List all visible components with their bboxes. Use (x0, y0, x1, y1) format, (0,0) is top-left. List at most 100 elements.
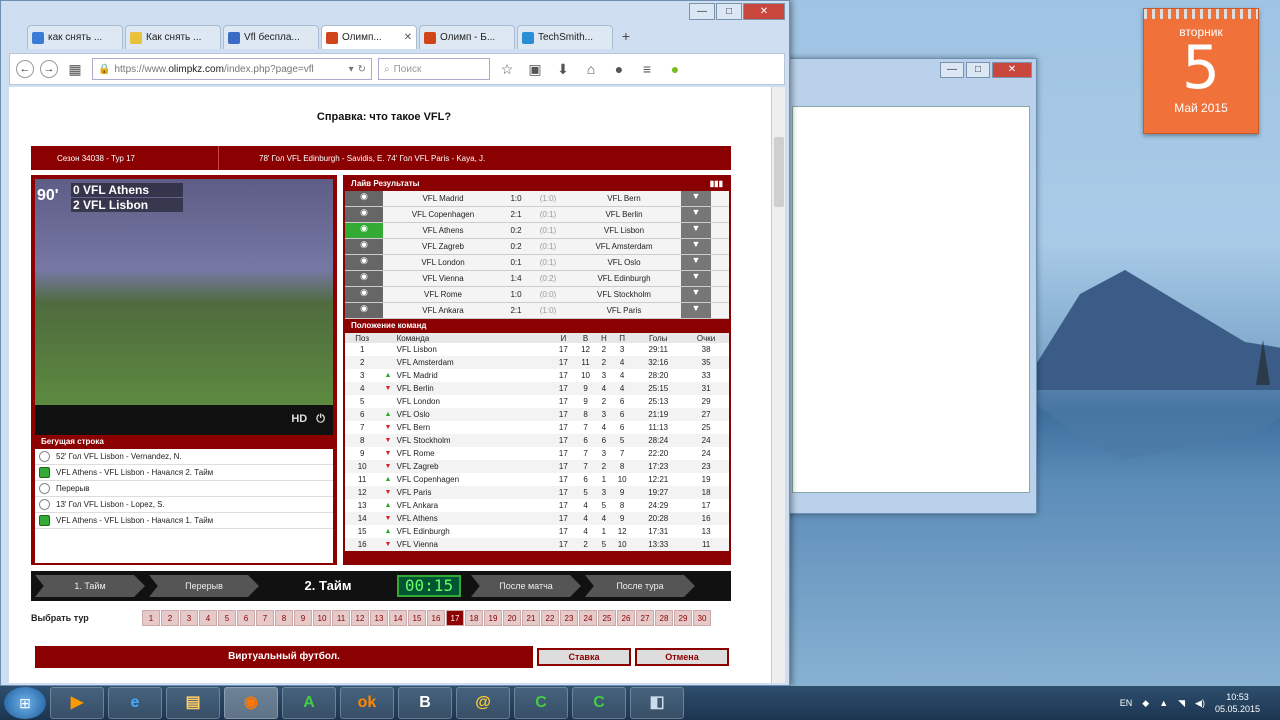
home-icon[interactable]: ⌂ (580, 61, 602, 77)
round-button[interactable]: 29 (674, 610, 692, 626)
match-row[interactable]: ◉ VFL Athens 0:2 (0:1) VFL Lisbon ▼ (345, 223, 729, 239)
round-button[interactable]: 2 (161, 610, 179, 626)
language-indicator[interactable]: EN (1120, 698, 1133, 708)
page-scrollbar[interactable] (771, 87, 785, 683)
stats-funnel-icon[interactable]: ▼ (681, 191, 711, 206)
forward-icon[interactable]: → (40, 60, 58, 78)
tab-3[interactable]: Олимп... ✕ (321, 25, 417, 49)
taskbar-firefox-icon[interactable]: ◉ (224, 687, 278, 719)
network-icon[interactable]: ◥ (1178, 698, 1185, 709)
taskbar-a-app-icon[interactable]: A (282, 687, 336, 719)
round-button[interactable]: 22 (541, 610, 559, 626)
round-button[interactable]: 4 (199, 610, 217, 626)
stats-funnel-icon[interactable]: ▼ (681, 207, 711, 222)
round-button[interactable]: 13 (370, 610, 388, 626)
minimize-icon[interactable]: — (689, 3, 715, 20)
download-icon[interactable]: ⬇ (552, 61, 574, 78)
stats-funnel-icon[interactable]: ▼ (681, 271, 711, 286)
round-button[interactable]: 14 (389, 610, 407, 626)
close-icon[interactable]: ✕ (743, 3, 785, 20)
menu-icon[interactable]: ≡ (636, 61, 658, 77)
tab-2[interactable]: Vfl бесплa... (223, 25, 319, 49)
match-video[interactable]: 90' 0 VFL Athens 2 VFL Lisbon (35, 179, 333, 405)
tray-arrow-icon[interactable]: ▲ (1159, 698, 1168, 708)
minimize-icon[interactable]: — (940, 62, 964, 78)
round-button[interactable]: 8 (275, 610, 293, 626)
start-button[interactable]: ⊞ (4, 687, 46, 719)
taskbar-window-icon[interactable]: ◧ (630, 687, 684, 719)
round-button[interactable]: 9 (294, 610, 312, 626)
maximize-icon[interactable]: □ (716, 3, 742, 20)
match-row[interactable]: ◉ VFL Madrid 1:0 (1:0) VFL Bern ▼ (345, 191, 729, 207)
stats-funnel-icon[interactable]: ▼ (681, 239, 711, 254)
round-button[interactable]: 3 (180, 610, 198, 626)
round-button[interactable]: 18 (465, 610, 483, 626)
dropdown-icon[interactable]: ▾ (349, 64, 354, 75)
chat-icon[interactable]: ● (608, 61, 630, 77)
phase-break[interactable]: Перерыв (149, 575, 259, 597)
round-button[interactable]: 25 (598, 610, 616, 626)
new-tab-button[interactable]: + (615, 25, 637, 49)
taskbar-explorer-icon[interactable]: ▤ (166, 687, 220, 719)
tab-1[interactable]: Как снять ... (125, 25, 221, 49)
taskbar-camtasia-icon[interactable]: C (514, 687, 568, 719)
watch-eye-icon[interactable]: ◉ (345, 223, 383, 238)
bet-button[interactable]: Ставка (537, 648, 631, 666)
volume-icon[interactable]: ◀) (1195, 698, 1205, 709)
tab-0[interactable]: как снять ... (27, 25, 123, 49)
round-button[interactable]: 24 (579, 610, 597, 626)
round-button[interactable]: 1 (142, 610, 160, 626)
round-button[interactable]: 12 (351, 610, 369, 626)
tray-shield-icon[interactable]: ◆ (1142, 698, 1149, 709)
taskbar-mail-icon[interactable]: @ (456, 687, 510, 719)
round-button[interactable]: 7 (256, 610, 274, 626)
watch-eye-icon[interactable]: ◉ (345, 255, 383, 270)
watch-eye-icon[interactable]: ◉ (345, 303, 383, 318)
round-button[interactable]: 27 (636, 610, 654, 626)
round-button[interactable]: 16 (427, 610, 445, 626)
bookmarks-grid-icon[interactable]: ▦ (64, 61, 86, 78)
round-button[interactable]: 11 (332, 610, 350, 626)
back-icon[interactable]: ← (16, 60, 34, 78)
round-button[interactable]: 20 (503, 610, 521, 626)
match-row[interactable]: ◉ VFL Copenhagen 2:1 (0:1) VFL Berlin ▼ (345, 207, 729, 223)
close-tab-icon[interactable]: ✕ (404, 32, 412, 43)
watch-eye-icon[interactable]: ◉ (345, 239, 383, 254)
url-bar[interactable]: 🔒 https://www.olimpkz.com/index.php?page… (92, 58, 372, 80)
phase-first-half[interactable]: 1. Тайм (35, 575, 145, 597)
round-button[interactable]: 17 (446, 610, 464, 626)
taskbar-odnoklassniki-icon[interactable]: ok (340, 687, 394, 719)
stats-funnel-icon[interactable]: ▼ (681, 255, 711, 270)
round-button[interactable]: 10 (313, 610, 331, 626)
clipboard-icon[interactable]: ▣ (524, 61, 546, 78)
stats-funnel-icon[interactable]: ▼ (681, 287, 711, 302)
round-button[interactable]: 6 (237, 610, 255, 626)
match-row[interactable]: ◉ VFL London 0:1 (0:1) VFL Oslo ▼ (345, 255, 729, 271)
taskbar-ie-icon[interactable]: e (108, 687, 162, 719)
search-input[interactable]: ⌕ Поиск (378, 58, 490, 80)
cancel-button[interactable]: Отмена (635, 648, 729, 666)
round-button[interactable]: 26 (617, 610, 635, 626)
stats-icon[interactable]: ▮▮▮ (710, 179, 723, 189)
tab-4[interactable]: Олимп - Б... (419, 25, 515, 49)
star-icon[interactable]: ☆ (496, 61, 518, 78)
taskbar-vk-icon[interactable]: B (398, 687, 452, 719)
match-row[interactable]: ◉ VFL Zagreb 0:2 (0:1) VFL Amsterdam ▼ (345, 239, 729, 255)
watch-eye-icon[interactable]: ◉ (345, 287, 383, 302)
round-button[interactable]: 21 (522, 610, 540, 626)
background-window[interactable]: — □ ✕ (785, 58, 1037, 514)
page-title[interactable]: Справка: что такое VFL? (9, 111, 759, 123)
match-row[interactable]: ◉ VFL Rome 1:0 (0:0) VFL Stockholm ▼ (345, 287, 729, 303)
taskbar-camtasia-recorder-icon[interactable]: C (572, 687, 626, 719)
round-button[interactable]: 19 (484, 610, 502, 626)
phase-after-match[interactable]: После матча (471, 575, 581, 597)
round-button[interactable]: 5 (218, 610, 236, 626)
round-button[interactable]: 30 (693, 610, 711, 626)
stats-funnel-icon[interactable]: ▼ (681, 303, 711, 318)
watch-eye-icon[interactable]: ◉ (345, 207, 383, 222)
hd-button[interactable]: HD (291, 413, 307, 425)
clock[interactable]: 10:53 05.05.2015 (1215, 691, 1260, 715)
maximize-icon[interactable]: □ (966, 62, 990, 78)
close-icon[interactable]: ✕ (992, 62, 1032, 78)
tab-5[interactable]: TechSmith... (517, 25, 613, 49)
